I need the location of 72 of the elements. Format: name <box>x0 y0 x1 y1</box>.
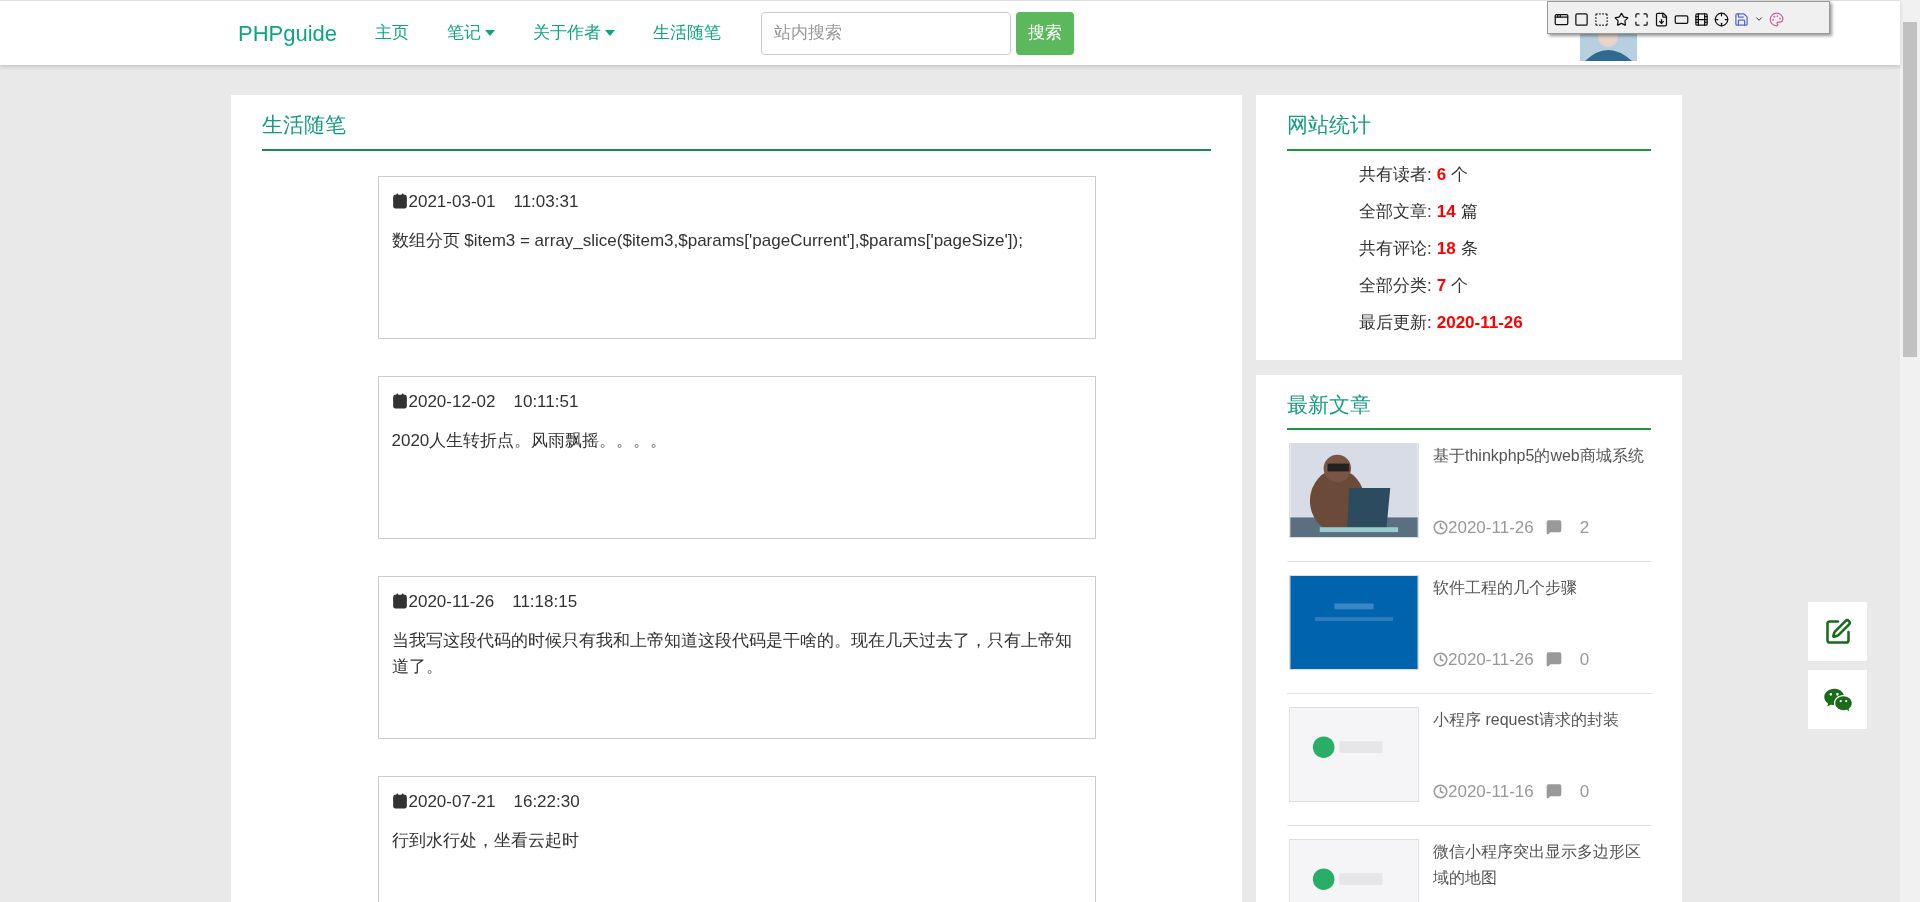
download-icon[interactable] <box>1654 11 1669 27</box>
expand-icon[interactable] <box>1634 11 1649 27</box>
post-date: 2020-07-21 <box>408 790 496 813</box>
stat-label: 共有评论: <box>1359 238 1432 261</box>
save-icon[interactable] <box>1734 11 1749 27</box>
stat-unit: 个 <box>1451 275 1469 298</box>
article-date: 2020-11-26 <box>1448 648 1534 671</box>
article-link[interactable]: 微信小程序突出显示多边形区域的地图 <box>1433 839 1651 891</box>
window-frame-icon[interactable] <box>1574 11 1589 27</box>
crosshair-icon[interactable] <box>1714 11 1729 27</box>
article-link[interactable]: 基于thinkphp5的web商城系统 <box>1433 443 1644 469</box>
calendar-icon <box>391 593 408 610</box>
comment-count: 0 <box>1579 780 1590 803</box>
stat-unit: 个 <box>1451 164 1469 187</box>
edit-icon <box>1823 617 1852 646</box>
post-date: 2021-03-01 <box>408 190 496 213</box>
calendar-icon <box>391 193 408 210</box>
nav-link[interactable]: 主页 <box>375 20 410 46</box>
comment-icon <box>1545 519 1562 536</box>
palette-icon[interactable] <box>1769 11 1784 27</box>
article-link[interactable]: 软件工程的几个步骤 <box>1433 575 1590 601</box>
post-time: 11:18:15 <box>512 590 578 613</box>
search-button[interactable]: 搜索 <box>1016 11 1075 55</box>
comment-icon <box>1545 651 1562 668</box>
stat-label: 共有读者: <box>1359 164 1432 187</box>
clock-icon <box>1433 519 1448 535</box>
window-icon[interactable] <box>1554 11 1569 27</box>
search-field[interactable]: 站内搜索 <box>761 11 1012 55</box>
calendar-icon <box>391 393 408 410</box>
brand-link[interactable]: PHPguide <box>238 16 338 50</box>
article-date: 2020-11-26 <box>1448 516 1534 539</box>
post-text: 行到水行处，坐看云起时 <box>391 830 580 852</box>
star-icon[interactable] <box>1614 11 1629 27</box>
clock-icon <box>1433 783 1448 799</box>
nav-link[interactable]: 笔记 <box>447 20 496 46</box>
post-date: 2020-11-26 <box>408 590 495 613</box>
section-title: 最新文章 <box>1287 388 1651 430</box>
post-time: 10:11:51 <box>513 390 579 413</box>
film-icon[interactable] <box>1694 11 1709 27</box>
dashed-rectangle-icon[interactable] <box>1594 11 1609 27</box>
stat-label: 最后更新: <box>1359 312 1432 335</box>
post-text: 当我写这段代码的时候只有我和上帝知道这段代码是干啥的。现在几天过去了，只有上帝知道了。 <box>391 630 1073 678</box>
edit-button[interactable] <box>1808 602 1867 661</box>
article-date: 2020-11-16 <box>1448 780 1534 803</box>
nav-link[interactable]: 生活随笔 <box>653 20 722 46</box>
stat-value: 2020-11-26 <box>1436 312 1523 335</box>
stat-unit: 篇 <box>1460 201 1478 224</box>
clock-icon <box>1433 651 1448 667</box>
post-text: 2020人生转折点。风雨飘摇。。。。 <box>391 430 669 452</box>
post-date: 2020-12-02 <box>408 390 496 413</box>
comment-count: 2 <box>1579 516 1590 539</box>
stat-unit: 条 <box>1460 238 1478 261</box>
caret-icon[interactable] <box>1754 14 1764 24</box>
article-link[interactable]: 小程序 request请求的封装 <box>1433 707 1619 733</box>
stat-value: 7 <box>1436 275 1447 298</box>
caret-icon <box>485 30 496 36</box>
post-time: 11:03:31 <box>513 190 579 213</box>
post-time: 16:22:30 <box>513 790 580 813</box>
comment-icon <box>1545 783 1562 800</box>
stat-value: 18 <box>1436 238 1456 261</box>
section-title: 生活随笔 <box>262 109 1211 151</box>
comment-count: 0 <box>1579 648 1590 671</box>
calendar-icon <box>391 793 408 810</box>
stat-value: 14 <box>1436 201 1456 224</box>
stat-label: 全部文章: <box>1359 201 1432 224</box>
nav-link[interactable]: 关于作者 <box>533 20 616 46</box>
wechat-button[interactable] <box>1808 670 1867 729</box>
post-text: 数组分页 $item3 = array_slice($item3,$params['pageCurrent'],$params['pageSize']); <box>391 230 1024 252</box>
stat-value: 6 <box>1436 164 1447 187</box>
stat-label: 全部分类: <box>1359 275 1432 298</box>
section-title: 网站统计 <box>1287 109 1651 151</box>
caret-icon <box>605 30 616 36</box>
